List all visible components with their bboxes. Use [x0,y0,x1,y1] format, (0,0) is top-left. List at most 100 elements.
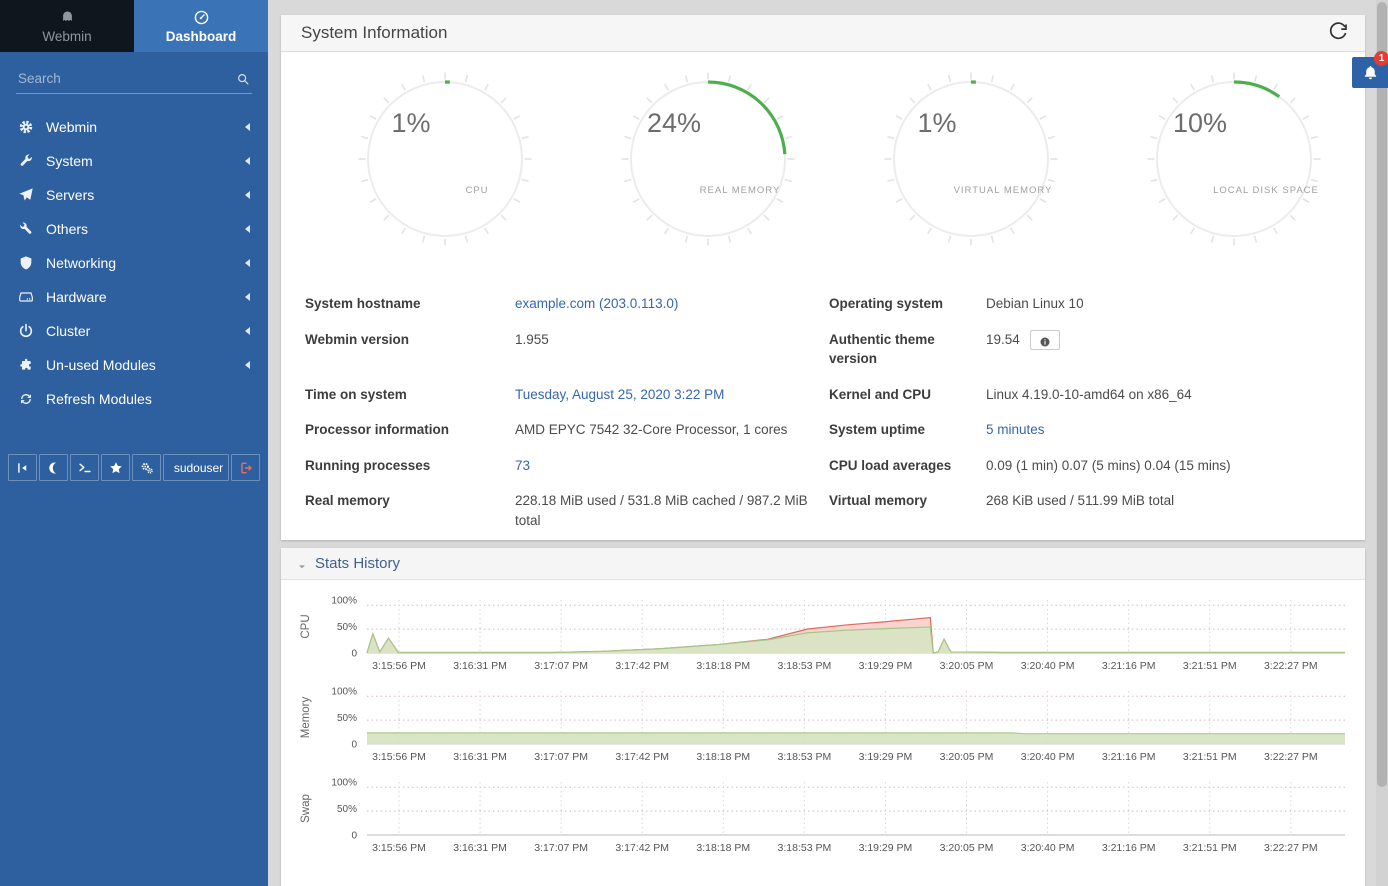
terminal-button[interactable] [70,454,99,481]
svg-text:50%: 50% [337,804,357,815]
tab-webmin[interactable]: Webmin [0,0,134,52]
sidebar-item-label: System [46,153,93,169]
refresh-page-icon[interactable] [1327,22,1349,44]
scrollbar-thumb[interactable] [1377,2,1387,787]
svg-text:Swap: Swap [300,794,312,823]
sidebar-item-hardware[interactable]: Hardware [0,280,268,314]
stats-charts: 3:15:56 PM 3:16:31 PM 3:17:07 PM 3:17:42 PM… [281,580,1365,858]
info-label: System hostname [305,286,515,322]
svg-text:3:19:29 PM: 3:19:29 PM [859,751,913,763]
svg-text:50%: 50% [337,713,357,724]
svg-text:3:15:56 PM: 3:15:56 PM [372,842,426,854]
caret-left-icon [245,191,250,199]
sidebar-item-cluster[interactable]: Cluster [0,314,268,348]
svg-text:0: 0 [351,649,357,660]
info-value-text: Debian Linux 10 [986,296,1084,311]
info-value-link[interactable]: 5 minutes [986,422,1045,437]
info-value: 5 minutes [986,412,1341,448]
sidebar-item-servers[interactable]: Servers [0,178,268,212]
signout-icon [239,461,253,475]
notifications-button[interactable]: 1 [1352,57,1388,88]
shield-icon [18,255,34,271]
caret-left-icon [245,327,250,335]
puzzle-icon [18,357,34,373]
info-value-link[interactable]: 73 [515,458,530,473]
caret-left-icon [245,259,250,267]
info-label: Operating system [829,286,986,322]
svg-text:100%: 100% [331,778,357,789]
favorites-button[interactable] [101,454,130,481]
svg-text:3:20:40 PM: 3:20:40 PM [1021,842,1075,854]
logout-button[interactable] [231,454,260,481]
theme-info-button[interactable] [1030,330,1060,350]
sidebar-item-label: Servers [46,187,94,203]
svg-text:3:17:42 PM: 3:17:42 PM [615,842,669,854]
gauge-local-disk-space-label: LOCAL DISK SPACE [1213,185,1319,196]
night-mode-button[interactable] [39,454,68,481]
collapse-caret-icon [297,559,307,569]
info-value-link[interactable]: Tuesday, August 25, 2020 3:22 PM [515,387,724,402]
svg-text:3:21:16 PM: 3:21:16 PM [1102,751,1156,763]
sidebar-item-others[interactable]: Others [0,212,268,246]
info-label: Time on system [305,377,515,413]
info-label: Real memory [305,483,515,538]
chart-memory: 3:15:56 PM3:16:31 PM3:17:07 PM3:17:42 PM… [287,685,1353,767]
svg-text:3:21:16 PM: 3:21:16 PM [1102,660,1156,672]
svg-text:3:17:07 PM: 3:17:07 PM [534,751,588,763]
search-input[interactable] [18,71,236,86]
sidebar-item-system[interactable]: System [0,144,268,178]
power-icon [18,323,34,339]
svg-text:3:15:56 PM: 3:15:56 PM [372,751,426,763]
stats-history-panel: Stats History 3:15:56 PM 3:16:31 PM 3:17:0… [281,548,1365,886]
theme-settings-button[interactable] [132,454,161,481]
svg-text:3:19:29 PM: 3:19:29 PM [859,660,913,672]
svg-text:3:20:40 PM: 3:20:40 PM [1021,660,1075,672]
gauges-row: 1%CPU24%REAL MEMORY1%VIRTUAL MEMORY10%LO… [281,66,1365,252]
svg-text:100%: 100% [331,687,357,698]
svg-text:3:22:27 PM: 3:22:27 PM [1264,751,1318,763]
sidebar-item-webmin[interactable]: Webmin [0,110,268,144]
collapse-sidebar-button[interactable] [8,454,37,481]
sidebar-item-networking[interactable]: Networking [0,246,268,280]
chart-cpu: 3:15:56 PM3:16:31 PM3:17:07 PM3:17:42 PM… [287,594,1353,676]
tab-webmin-label: Webmin [42,29,91,44]
gauge-virtual-memory-label: VIRTUAL MEMORY [953,185,1052,196]
sidebar-item-label: Webmin [46,119,97,135]
info-value: example.com (203.0.113.0) [515,286,829,322]
info-label: System uptime [829,412,986,448]
info-value: 0.09 (1 min) 0.07 (5 mins) 0.04 (15 mins… [986,448,1341,484]
svg-text:3:16:31 PM: 3:16:31 PM [453,751,507,763]
info-value: Debian Linux 10 [986,286,1341,322]
caret-left-icon [245,225,250,233]
stats-history-header[interactable]: Stats History [281,548,1365,580]
sidebar: Webmin Dashboard Webmin System Servers Othe… [0,0,268,886]
star-icon [109,461,123,475]
info-value: 19.54 [986,322,1341,377]
svg-text:3:17:07 PM: 3:17:07 PM [534,842,588,854]
stats-history-title: Stats History [315,555,400,572]
svg-text:3:20:05 PM: 3:20:05 PM [940,660,994,672]
info-value-text: 268 KiB used / 511.99 MiB total [986,493,1174,508]
sidebar-search [16,66,252,94]
tab-dashboard[interactable]: Dashboard [134,0,268,52]
search-icon[interactable] [236,72,250,86]
info-value-text: 228.18 MiB used / 531.8 MiB cached / 987… [515,493,808,528]
svg-text:3:18:18 PM: 3:18:18 PM [696,842,750,854]
svg-text:3:18:53 PM: 3:18:53 PM [778,842,832,854]
sidebar-item-label: Refresh Modules [46,391,152,407]
gauge-real-memory-label: REAL MEMORY [699,185,780,196]
svg-text:3:16:31 PM: 3:16:31 PM [453,660,507,672]
svg-text:3:21:51 PM: 3:21:51 PM [1183,751,1237,763]
refresh-icon [18,391,34,407]
info-value-link[interactable]: example.com (203.0.113.0) [515,296,678,311]
username-label: sudouser [174,461,223,475]
sidebar-item-label: Networking [46,255,116,271]
gauge-virtual-memory-value: 1% [917,108,956,138]
info-value: Linux 4.19.0-10-amd64 on x86_64 [986,377,1341,413]
sidebar-item-refresh-modules[interactable]: Refresh Modules [0,382,268,416]
svg-text:3:18:53 PM: 3:18:53 PM [778,660,832,672]
sidebar-item-un-used-modules[interactable]: Un-used Modules [0,348,268,382]
caret-left-icon [245,157,250,165]
user-button[interactable]: sudouser [163,454,229,481]
webmin-logo-icon [59,9,76,26]
